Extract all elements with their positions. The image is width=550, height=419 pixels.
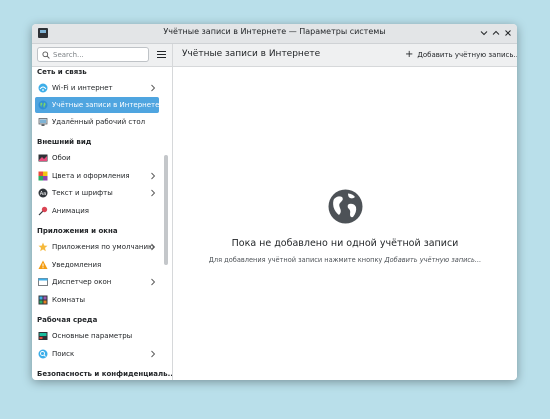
sidebar-item-label: Уведомления	[52, 261, 102, 269]
search-field[interactable]	[37, 47, 149, 62]
chevron-down-icon	[480, 31, 488, 36]
search-input[interactable]	[53, 49, 143, 60]
sidebar-item-label: Удалённый рабочий стол	[52, 118, 146, 126]
sidebar-item-label: Учётные записи в Интернете	[52, 101, 160, 109]
sidebar-item-window-manager[interactable]: Диспетчер окон	[35, 274, 159, 290]
sidebar-item-label: Комнаты	[52, 296, 86, 304]
minimize-button[interactable]	[478, 27, 490, 39]
palette-icon	[38, 171, 48, 181]
sidebar-item-wallpaper[interactable]: Обои	[35, 150, 159, 166]
network-icon	[38, 83, 48, 93]
sidebar-item-online-accounts[interactable]: Учётные записи в Интернете	[35, 97, 159, 113]
chevron-right-icon	[151, 243, 156, 251]
settings-window: Учётные записи в Интернете — Параметры с…	[32, 24, 517, 380]
window-title: Учётные записи в Интернете — Параметры с…	[163, 27, 386, 36]
sidebar-item-default-apps[interactable]: Приложения по умолчанию	[35, 239, 159, 255]
empty-state-desc-prefix: Для добавления учётной записи нажмите кн…	[208, 256, 385, 264]
animation-icon	[38, 206, 48, 216]
add-account-button[interactable]: + Добавить учётную запись...	[405, 48, 517, 62]
window-manager-icon	[38, 278, 48, 286]
close-icon	[505, 30, 511, 36]
main-content: Пока не добавлено ни одной учётной запис…	[173, 67, 517, 380]
section-security-privacy: Безопасность и конфиденциаль...	[37, 370, 172, 378]
star-icon	[38, 242, 48, 252]
sidebar-item-label: Основные параметры	[52, 332, 133, 340]
sidebar: Сеть и связь Wi-Fi и интернет Учётные за…	[32, 67, 172, 380]
chevron-right-icon	[151, 278, 156, 286]
general-settings-icon	[38, 332, 48, 340]
section-appearance: Внешний вид	[37, 138, 92, 146]
search-icon	[42, 51, 50, 59]
sidebar-item-label: Поиск	[52, 350, 75, 358]
sidebar-item-label: Приложения по умолчанию	[52, 243, 154, 251]
sidebar-item-general[interactable]: Основные параметры	[35, 328, 159, 344]
activities-icon	[38, 295, 48, 305]
maximize-button[interactable]	[490, 27, 502, 39]
title-bar[interactable]: Учётные записи в Интернете — Параметры с…	[32, 24, 517, 44]
sidebar-item-fonts[interactable]: Aa Текст и шрифты	[35, 185, 159, 201]
chevron-right-icon	[151, 84, 156, 92]
search-settings-icon	[38, 349, 48, 359]
chevron-right-icon	[151, 189, 156, 197]
close-button[interactable]	[502, 27, 514, 39]
add-account-label: Добавить учётную запись...	[417, 51, 517, 59]
section-network: Сеть и связь	[37, 68, 87, 76]
chevron-right-icon	[151, 350, 156, 358]
empty-state-description: Для добавления учётной записи нажмите кн…	[173, 256, 517, 264]
plus-icon: +	[405, 49, 414, 60]
sidebar-item-label: Анимация	[52, 207, 90, 215]
chevron-right-icon	[151, 172, 156, 180]
sidebar-item-label: Wi-Fi и интернет	[52, 84, 113, 92]
hamburger-menu-icon[interactable]	[156, 49, 167, 60]
sidebar-item-remote-desktop[interactable]: Удалённый рабочий стол	[35, 114, 159, 130]
wallpaper-icon	[38, 154, 48, 162]
sidebar-item-label: Диспетчер окон	[52, 278, 112, 286]
globe-icon	[328, 189, 363, 224]
sidebar-toolbar	[32, 44, 172, 67]
sidebar-item-label: Обои	[52, 154, 71, 162]
empty-state-desc-action: Добавить учётную запись...	[384, 256, 482, 264]
sidebar-item-label: Текст и шрифты	[52, 189, 113, 197]
empty-state-title: Пока не добавлено ни одной учётной запис…	[231, 238, 459, 249]
sidebar-item-wifi[interactable]: Wi-Fi и интернет	[35, 80, 159, 96]
globe-icon	[38, 100, 48, 110]
sidebar-scrollbar[interactable]	[164, 155, 168, 265]
fonts-icon: Aa	[38, 188, 48, 198]
bell-icon	[38, 260, 48, 269]
svg-text:Aa: Aa	[40, 191, 46, 197]
chevron-up-icon	[492, 30, 500, 35]
sidebar-item-colors[interactable]: Цвета и оформления	[35, 168, 159, 184]
section-apps-windows: Приложения и окна	[37, 227, 118, 235]
sidebar-item-animation[interactable]: Анимация	[35, 203, 159, 219]
page-title: Учётные записи в Интернете	[182, 49, 321, 59]
sidebar-item-activities[interactable]: Комнаты	[35, 292, 159, 308]
sidebar-item-label: Цвета и оформления	[52, 172, 130, 180]
remote-desktop-icon	[38, 118, 48, 126]
page-toolbar: Учётные записи в Интернете + Добавить уч…	[173, 44, 517, 67]
sidebar-item-notifications[interactable]: Уведомления	[35, 257, 159, 273]
section-workspace: Рабочая среда	[37, 316, 98, 324]
sidebar-item-search[interactable]: Поиск	[35, 346, 159, 362]
